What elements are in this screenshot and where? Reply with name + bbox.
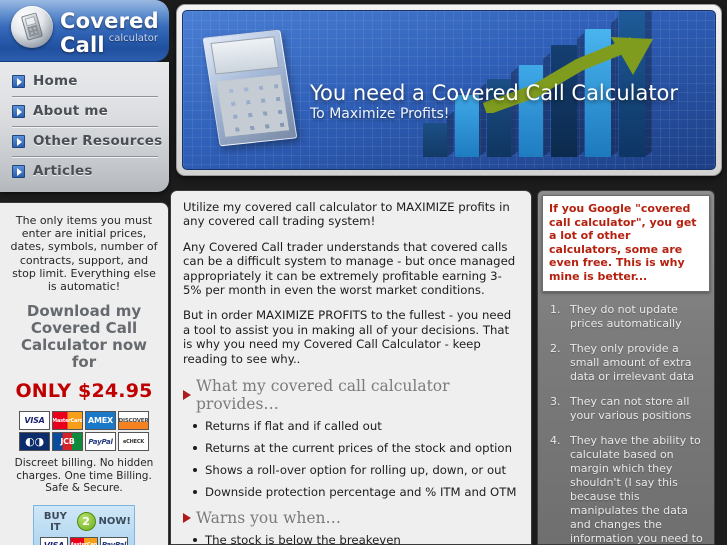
cart-badge-icon: 2: [76, 512, 96, 532]
hero-banner-frame: You need a Covered Call Calculator To Ma…: [176, 4, 722, 176]
intro-paragraph-1: Utilize my covered call calculator to MA…: [183, 200, 510, 229]
banner-subtitle: To Maximize Profits!: [310, 106, 450, 122]
requirements-text: The only items you must enter are initia…: [10, 214, 158, 294]
sidebar-item-other-resources[interactable]: Other Resources: [0, 126, 169, 156]
list-item: Downside protection percentage and % ITM…: [193, 485, 519, 499]
mastercard-card-icon: MasterCard: [52, 411, 83, 431]
hero-banner: You need a Covered Call Calculator To Ma…: [182, 10, 716, 170]
echeck-icon: eCHECK: [118, 432, 149, 452]
arrow-right-icon: [12, 104, 25, 118]
sidebar-item-about-me[interactable]: About me: [0, 96, 169, 126]
now-label: NOW!: [98, 516, 131, 528]
intro-paragraph-3: But in order MAXIMIZE PROFITS to the ful…: [183, 308, 512, 366]
section-title: What my covered call calculator provides…: [196, 377, 450, 414]
main-content: Utilize my covered call calculator to MA…: [170, 190, 532, 545]
logo-subtitle: calculator: [108, 33, 158, 44]
chart-bar: [423, 123, 447, 157]
competitor-reasons-list: They do not update prices automatically …: [538, 302, 714, 545]
amex-card-icon: AMEX: [85, 411, 116, 431]
visa-card-icon: VISA: [19, 411, 50, 431]
sidebar-item-label: Home: [33, 73, 78, 89]
callout-text: If you Google "covered call calculator",…: [549, 202, 697, 283]
site-logo[interactable]: Covered Call calculator: [0, 0, 169, 62]
left-column: Covered Call calculator Home About me Ot…: [0, 0, 169, 545]
features-list: Returns if flat and if called out Return…: [183, 419, 519, 499]
list-item: They have the ability to calculate based…: [550, 433, 703, 545]
list-item: Shows a roll-over option for rolling up,…: [193, 463, 519, 477]
arrow-right-icon: [12, 134, 25, 148]
sidebar-item-label: Other Resources: [33, 133, 163, 149]
arrow-right-icon: [12, 164, 25, 178]
buy-button-cards: VISA MasterCard PayPal: [37, 536, 131, 545]
sidebar-item-label: Articles: [33, 163, 93, 179]
left-sidebar-panel: The only items you must enter are initia…: [0, 202, 169, 545]
sidebar-item-label: About me: [33, 103, 108, 119]
google-callout-box: If you Google "covered call calculator",…: [542, 195, 710, 292]
right-sidebar: If you Google "covered call calculator",…: [537, 190, 715, 545]
page-root: Covered Call calculator Home About me Ot…: [0, 0, 727, 545]
payment-cards-row-2: ◐◑ JCB PayPal eCHECK: [8, 432, 160, 452]
intro-paragraph-2: Any Covered Call trader understands that…: [183, 239, 516, 298]
list-item: Returns at the current prices of the sto…: [193, 441, 519, 455]
banner-title: You need a Covered Call Calculator: [310, 81, 679, 105]
visa-card-icon: VISA: [40, 536, 68, 545]
sidebar-item-home[interactable]: Home: [0, 66, 169, 96]
diners-club-card-icon: ◐◑: [19, 432, 50, 452]
list-item: They only provide a small amount of extr…: [550, 341, 695, 383]
paypal-icon: PayPal: [85, 432, 116, 452]
main-navigation: Home About me Other Resources Articles: [0, 62, 169, 192]
list-item: They can not store all your various posi…: [550, 394, 692, 422]
jcb-card-icon: JCB: [52, 432, 83, 452]
paypal-icon: PayPal: [100, 536, 128, 545]
discover-card-icon: DISCOVER: [118, 411, 149, 431]
buy-it-label: BUY IT: [43, 510, 67, 533]
price-label: ONLY $24.95: [15, 380, 153, 403]
section-heading-provides: What my covered call calculator provides…: [183, 377, 519, 413]
list-item: They do not update prices automatically: [550, 302, 682, 330]
section-heading-warns: Warns you when…: [183, 509, 519, 527]
billing-note: Discreet billing. No hidden charges. One…: [14, 457, 154, 495]
list-item: The stock is below the breakeven: [193, 533, 519, 544]
buy-it-now-button[interactable]: BUY IT 2 NOW! VISA MasterCard PayPal: [33, 504, 135, 545]
section-title: Warns you when…: [196, 509, 342, 528]
download-heading: Download my Covered Call Calculator now …: [20, 302, 148, 372]
sidebar-item-articles[interactable]: Articles: [0, 156, 169, 186]
calculator-illustration: [202, 29, 298, 147]
arrow-right-icon: [12, 74, 25, 88]
double-chevron-right-icon: [183, 513, 191, 524]
list-item: Returns if flat and if called out: [193, 419, 519, 433]
mastercard-card-icon: MasterCard: [70, 536, 98, 545]
buy-button-top-row: BUY IT 2 NOW!: [37, 510, 131, 534]
calculator-icon: [11, 6, 53, 48]
double-chevron-right-icon: [183, 390, 191, 401]
payment-cards-row-1: VISA MasterCard AMEX DISCOVER: [8, 411, 160, 431]
warnings-list: The stock is below the breakeven The sto…: [183, 533, 519, 544]
